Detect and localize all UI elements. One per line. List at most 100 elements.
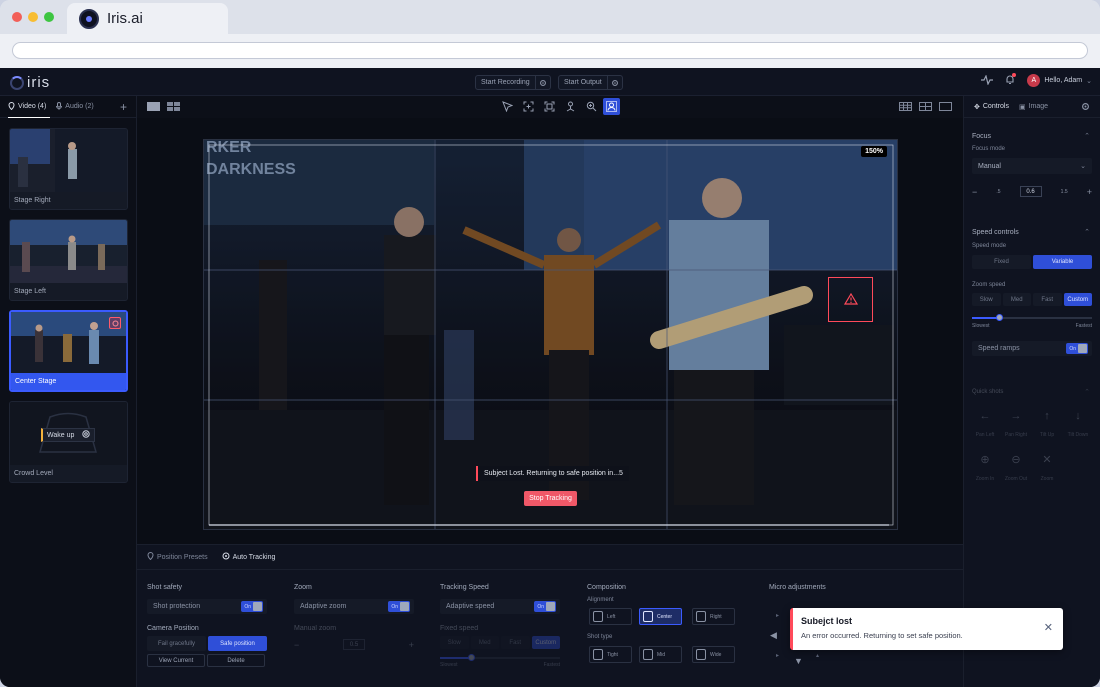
quick-shot-zoom-out[interactable]: ⊖ Zoom Out xyxy=(1003,453,1029,482)
align-left-button[interactable]: Left xyxy=(589,608,632,625)
manual-zoom-value[interactable]: 0.5 xyxy=(343,639,365,650)
zoom-speed-option[interactable]: Med xyxy=(1002,293,1031,306)
option-label: Left xyxy=(607,613,616,620)
quick-shot-pan-right[interactable]: → Pan Right xyxy=(1003,410,1029,438)
dpad-up-left-icon[interactable]: ▸ xyxy=(776,612,779,619)
dpad-down-right-icon[interactable]: ▴ xyxy=(816,652,819,659)
speed-ramps-toggle[interactable]: On xyxy=(1066,343,1088,354)
close-icon[interactable]: ✕ xyxy=(1044,621,1053,634)
quick-shot-zoom-in[interactable]: ⊕ Zoom In xyxy=(972,453,998,482)
close-window-button[interactable] xyxy=(12,12,22,22)
tab-controls[interactable]: ✥ Controls xyxy=(974,103,1009,111)
quick-shot-tilt-down[interactable]: ↓ Tilt Down xyxy=(1065,410,1091,438)
camera-card-stage-left[interactable]: Stage Left xyxy=(9,219,128,301)
minus-icon[interactable]: − xyxy=(294,640,299,650)
chevron-up-icon[interactable]: ⌃ xyxy=(1084,132,1090,140)
speed-controls-title: Speed controls xyxy=(972,229,1019,236)
focus-mode-select[interactable]: Manual ⌄ xyxy=(972,158,1092,174)
no-overlay-icon[interactable] xyxy=(939,100,952,113)
manual-zoom-stepper[interactable]: − 0.5 + xyxy=(294,638,414,651)
camera-card-center-stage[interactable]: Center Stage xyxy=(9,310,128,392)
camera-card-stage-right[interactable]: Stage Right xyxy=(9,128,128,210)
zoom-tool-icon[interactable] xyxy=(585,100,598,113)
speed-option[interactable]: Med xyxy=(470,636,499,649)
adaptive-speed-row: Adaptive speed On xyxy=(440,599,560,614)
plus-icon[interactable]: + xyxy=(409,640,414,650)
shot-wide-button[interactable]: Wide xyxy=(692,646,735,663)
view-current-button[interactable]: View Current xyxy=(147,654,205,667)
slider-thumb[interactable] xyxy=(996,314,1003,321)
activity-icon[interactable] xyxy=(981,73,994,87)
focus-value[interactable]: 0.6 xyxy=(1019,186,1042,197)
user-menu[interactable]: A Hello, Adam ⌄ xyxy=(1027,74,1092,87)
pointer-tool-icon[interactable] xyxy=(501,100,514,113)
grid-3x3-overlay-icon[interactable] xyxy=(899,100,912,113)
maximize-window-button[interactable] xyxy=(44,12,54,22)
zoom-speed-option[interactable]: Custom xyxy=(1063,293,1092,306)
tab-position-presets[interactable]: Position Presets xyxy=(147,551,208,562)
fixed-option[interactable]: Fixed xyxy=(972,255,1031,269)
power-icon xyxy=(82,430,91,440)
slider-thumb[interactable] xyxy=(468,654,475,661)
zoom-speed-slider[interactable] xyxy=(972,314,1092,321)
dpad-down-icon[interactable]: ▼ xyxy=(794,656,803,666)
chevron-up-icon[interactable]: ⌃ xyxy=(1084,228,1090,236)
variable-option[interactable]: Variable xyxy=(1033,255,1092,269)
align-right-button[interactable]: Right xyxy=(692,608,735,625)
tab-audio[interactable]: Audio (2) xyxy=(56,101,94,112)
adaptive-zoom-toggle[interactable]: On xyxy=(388,601,410,612)
output-settings-gear-icon[interactable] xyxy=(606,75,622,90)
speed-option[interactable]: Slow xyxy=(440,636,469,649)
minimize-window-button[interactable] xyxy=(28,12,38,22)
zoom-speed-option[interactable]: Fast xyxy=(1033,293,1062,306)
step-big[interactable]: 1.5 xyxy=(1061,189,1068,195)
tab-auto-tracking[interactable]: Auto Tracking xyxy=(222,552,275,562)
app-logo[interactable]: iris xyxy=(10,74,50,91)
dpad-left-icon[interactable]: ◀ xyxy=(770,630,777,641)
fail-gracefully-option[interactable]: Fail gracefully xyxy=(147,636,206,651)
plus-icon[interactable]: + xyxy=(1087,187,1092,197)
frame-select-icon[interactable] xyxy=(522,100,535,113)
adaptive-speed-toggle[interactable]: On xyxy=(534,601,556,612)
tab-image[interactable]: ▣ Image xyxy=(1019,103,1048,111)
minus-icon[interactable]: − xyxy=(972,187,977,197)
safe-position-option[interactable]: Safe position xyxy=(208,636,267,651)
tripod-icon[interactable] xyxy=(564,100,577,113)
wake-up-button[interactable]: Wake up xyxy=(41,428,96,442)
stop-tracking-button[interactable]: Stop Tracking xyxy=(524,491,577,506)
settings-gear-icon[interactable] xyxy=(1081,102,1090,113)
browser-window: Iris.ai iris Start Recording Start Outpu… xyxy=(0,0,1100,687)
shot-tight-button[interactable]: Tight xyxy=(589,646,632,663)
start-recording-button[interactable]: Start Recording xyxy=(475,75,551,90)
speed-option[interactable]: Custom xyxy=(531,636,560,649)
quick-shot-label: Zoom Out xyxy=(1004,476,1028,482)
add-source-plus-icon[interactable]: + xyxy=(120,100,127,114)
quick-shot-pan-left[interactable]: ← Pan Left xyxy=(972,410,998,438)
dpad-down-left-icon[interactable]: ▸ xyxy=(776,652,779,659)
shot-protection-toggle[interactable]: On xyxy=(241,601,263,612)
start-output-button[interactable]: Start Output xyxy=(558,75,623,90)
shot-mid-button[interactable]: Mid xyxy=(639,646,682,663)
tab-video[interactable]: Video (4) xyxy=(8,101,46,112)
zoom-speed-option[interactable]: Slow xyxy=(972,293,1001,306)
delete-button[interactable]: Delete xyxy=(207,654,265,667)
single-view-icon[interactable] xyxy=(147,100,160,113)
url-bar[interactable] xyxy=(12,42,1088,59)
person-tracking-icon[interactable] xyxy=(603,98,620,115)
speed-option[interactable]: Fast xyxy=(501,636,530,649)
option-label: Tight xyxy=(607,651,618,658)
chevron-up-icon[interactable]: ⌃ xyxy=(1084,388,1090,396)
quick-shot-zoom[interactable]: ✕ Zoom xyxy=(1034,453,1060,482)
recording-settings-gear-icon[interactable] xyxy=(534,75,550,90)
quick-shot-tilt-up[interactable]: ↑ Tilt Up xyxy=(1034,410,1060,438)
step-small[interactable]: .5 xyxy=(996,189,1000,195)
crop-tool-icon[interactable] xyxy=(543,100,556,113)
notification-bell-icon[interactable] xyxy=(1005,73,1017,87)
browser-tab[interactable]: Iris.ai xyxy=(67,3,228,34)
tracking-speed-slider[interactable] xyxy=(440,654,560,661)
camera-card-crowd-level[interactable]: Wake up Crowd Level xyxy=(9,401,128,483)
live-video-preview[interactable]: RKER DARKNESS 150% Subject Lost. Returni… xyxy=(203,139,898,530)
align-center-button[interactable]: Center xyxy=(639,608,682,625)
grid-2x2-overlay-icon[interactable] xyxy=(919,100,932,113)
grid-view-icon[interactable] xyxy=(167,100,180,113)
